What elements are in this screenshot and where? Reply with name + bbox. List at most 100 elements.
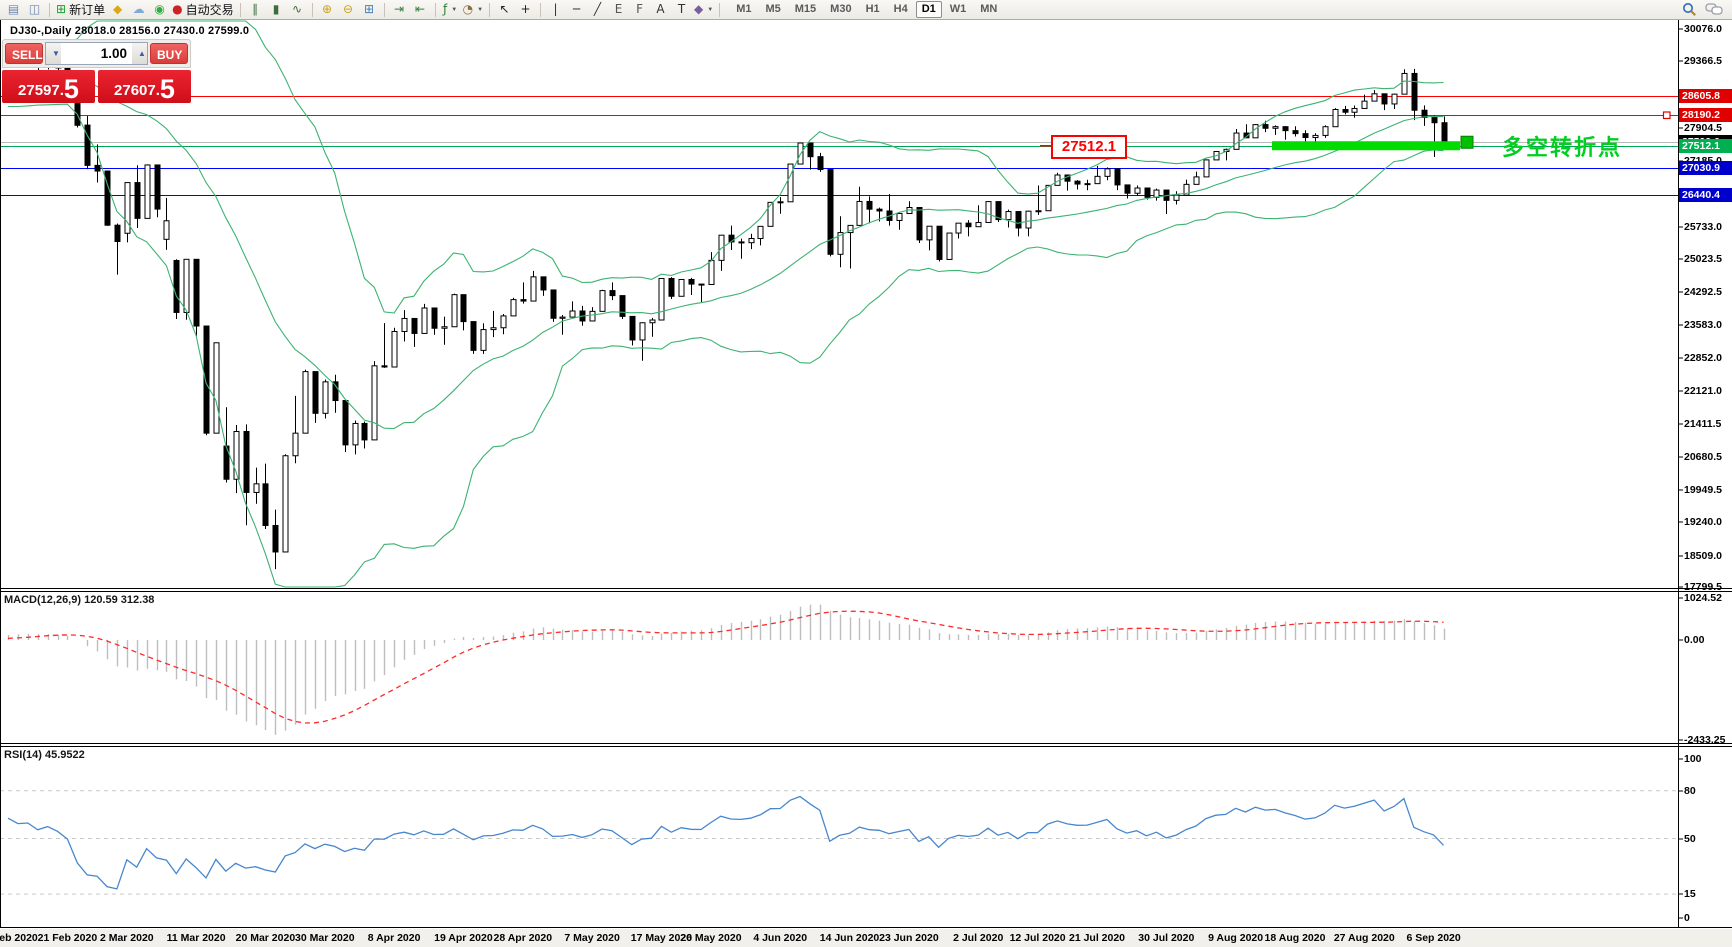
- x-axis-date-label: 6 Sep 2020: [1406, 932, 1460, 944]
- rsi-axis-tick-label: 0: [1684, 912, 1730, 924]
- rsi-axis-tick-label: 100: [1684, 753, 1730, 765]
- zoom-out-icon[interactable]: ⊖: [338, 1, 359, 18]
- x-axis-date-label: 30 Mar 2020: [295, 932, 355, 944]
- line-chart-icon: ∿: [292, 1, 302, 18]
- one-click-trading-widget: SELL ▼ 1.00 ▲ BUY 27597.5 27607.5: [2, 39, 191, 103]
- sell-button[interactable]: SELL: [5, 43, 43, 64]
- new-order-button[interactable]: ⊞新订单: [54, 1, 107, 18]
- timeframe-mn[interactable]: MN: [974, 1, 1003, 18]
- crosshair-icon[interactable]: +: [515, 1, 536, 18]
- rsi-layer: [0, 791, 1678, 894]
- timeframe-w1[interactable]: W1: [944, 1, 973, 18]
- fibo-f-icon[interactable]: F: [629, 1, 650, 18]
- text-icon: A: [656, 1, 664, 18]
- volume-down-button[interactable]: ▼: [46, 43, 61, 64]
- hline-icon: ─: [573, 1, 580, 18]
- x-axis-date-label: 27 Aug 2020: [1334, 932, 1395, 944]
- zoom-in-icon[interactable]: ⊕: [317, 1, 338, 18]
- indicators-icon-caret: ▼: [451, 7, 457, 13]
- textbox-icon[interactable]: T: [671, 1, 692, 18]
- candles-chart-icon[interactable]: ▮: [266, 1, 287, 18]
- chart-annotation-text[interactable]: 多空转折点: [1502, 130, 1622, 162]
- chart-title: DJ30-,Daily 28018.0 28156.0 27430.0 2759…: [10, 25, 249, 37]
- toolbar-separator: [240, 3, 241, 17]
- search-icon[interactable]: [1682, 2, 1697, 17]
- macd-axis-tick-label: -2433.25: [1684, 734, 1730, 746]
- chart-canvas[interactable]: [0, 0, 1732, 947]
- price-callout-box[interactable]: 27512.1: [1051, 135, 1127, 159]
- cursor-icon: ↖: [499, 1, 509, 18]
- x-axis-date-label: 21 Feb 2020: [38, 932, 98, 944]
- signal-icon[interactable]: ◉: [149, 1, 170, 18]
- new-order-button-label: 新订单: [69, 1, 105, 18]
- arrows-icon[interactable]: ◆▼: [692, 1, 715, 18]
- autotrade-button[interactable]: ●自动交易: [170, 1, 236, 18]
- clock-icon-caret: ▼: [477, 7, 483, 13]
- highlight-segment[interactable]: [1272, 141, 1460, 150]
- cursor-icon[interactable]: ↖: [494, 1, 515, 18]
- timeframe-h4[interactable]: H4: [888, 1, 914, 18]
- x-axis-date-label: 12 Jul 2020: [1010, 932, 1066, 944]
- toolbar-separator: [540, 3, 541, 17]
- zoom-in-icon: ⊕: [322, 1, 332, 18]
- x-axis-date-label: 7 May 2020: [564, 932, 619, 944]
- timeframe-m30[interactable]: M30: [824, 1, 857, 18]
- fibo-e-icon: E: [615, 1, 623, 18]
- timeframe-group: M1M5M15M30H1H4D1W1MN: [730, 1, 1003, 18]
- toolbar-separator: [489, 3, 490, 17]
- crosshair-icon: +: [520, 1, 530, 18]
- y-axis-tick-label: 27904.5: [1684, 122, 1730, 134]
- auto-scroll-icon[interactable]: ⇥: [389, 1, 410, 18]
- volume-input[interactable]: 1.00: [61, 46, 132, 61]
- line-chart-icon[interactable]: ∿: [287, 1, 308, 18]
- text-icon[interactable]: A: [650, 1, 671, 18]
- rsi-axis-tick-label: 15: [1684, 888, 1730, 900]
- textbox-icon: T: [678, 1, 685, 18]
- x-axis-date-label: 26 May 2020: [680, 932, 741, 944]
- y-axis-tick-label: 24292.5: [1684, 286, 1730, 298]
- timeframe-d1[interactable]: D1: [916, 1, 942, 18]
- indicators-icon[interactable]: ƒ▼: [440, 1, 461, 18]
- resistance-line-1-badge: 28605.8: [1679, 89, 1732, 103]
- x-axis-date-label: 8 Apr 2020: [368, 932, 421, 944]
- bollinger-layer: [8, 21, 1444, 587]
- tile-windows-icon[interactable]: ⊞: [359, 1, 380, 18]
- indicators-icon: ƒ: [443, 1, 447, 18]
- macd-axis-tick-label: 1024.52: [1684, 592, 1730, 604]
- timeframe-m15[interactable]: M15: [789, 1, 822, 18]
- market-watch-icon[interactable]: ◫: [24, 1, 45, 18]
- chart-window-icon[interactable]: ▤: [3, 1, 24, 18]
- volume-up-button[interactable]: ▲: [132, 43, 147, 64]
- x-axis-date-label: 18 Aug 2020: [1265, 932, 1326, 944]
- fibo-e-icon[interactable]: E: [608, 1, 629, 18]
- buy-button[interactable]: BUY: [150, 43, 188, 64]
- vline-icon: |: [553, 1, 557, 18]
- x-axis-date-label: 20 Mar 2020: [236, 932, 296, 944]
- x-axis-date-label: 23 Jun 2020: [879, 932, 939, 944]
- chart-shift-icon[interactable]: ⇤: [410, 1, 431, 18]
- toolbar-separator: [384, 3, 385, 17]
- timeframe-h1[interactable]: H1: [860, 1, 886, 18]
- timeframe-m5[interactable]: M5: [759, 1, 786, 18]
- x-axis-date-label: 2 Jul 2020: [953, 932, 1003, 944]
- y-axis-tick-label: 19240.0: [1684, 516, 1730, 528]
- timeframe-m1[interactable]: M1: [730, 1, 757, 18]
- chat-icon[interactable]: [1705, 2, 1723, 17]
- y-axis-tick-label: 18509.0: [1684, 550, 1730, 562]
- cloud-icon[interactable]: ☁: [128, 1, 149, 18]
- gold-icon[interactable]: ◆: [107, 1, 128, 18]
- chart-shift-icon: ⇤: [415, 1, 425, 18]
- clock-icon[interactable]: ◔▼: [461, 1, 485, 18]
- trendline-icon[interactable]: ╱: [587, 1, 608, 18]
- rsi-axis-tick-label: 80: [1684, 785, 1730, 797]
- signal-icon: ◉: [154, 1, 164, 18]
- rsi-axis-tick-label: 50: [1684, 833, 1730, 845]
- y-axis-tick-label: 29366.5: [1684, 55, 1730, 67]
- buy-price[interactable]: 27607.5: [98, 70, 191, 103]
- bars-chart-icon[interactable]: ∥: [245, 1, 266, 18]
- clock-icon: ◔: [463, 1, 473, 18]
- sell-price[interactable]: 27597.5: [2, 70, 95, 103]
- vline-icon[interactable]: |: [545, 1, 566, 18]
- hline-icon[interactable]: ─: [566, 1, 587, 18]
- y-axis-tick-label: 22852.0: [1684, 352, 1730, 364]
